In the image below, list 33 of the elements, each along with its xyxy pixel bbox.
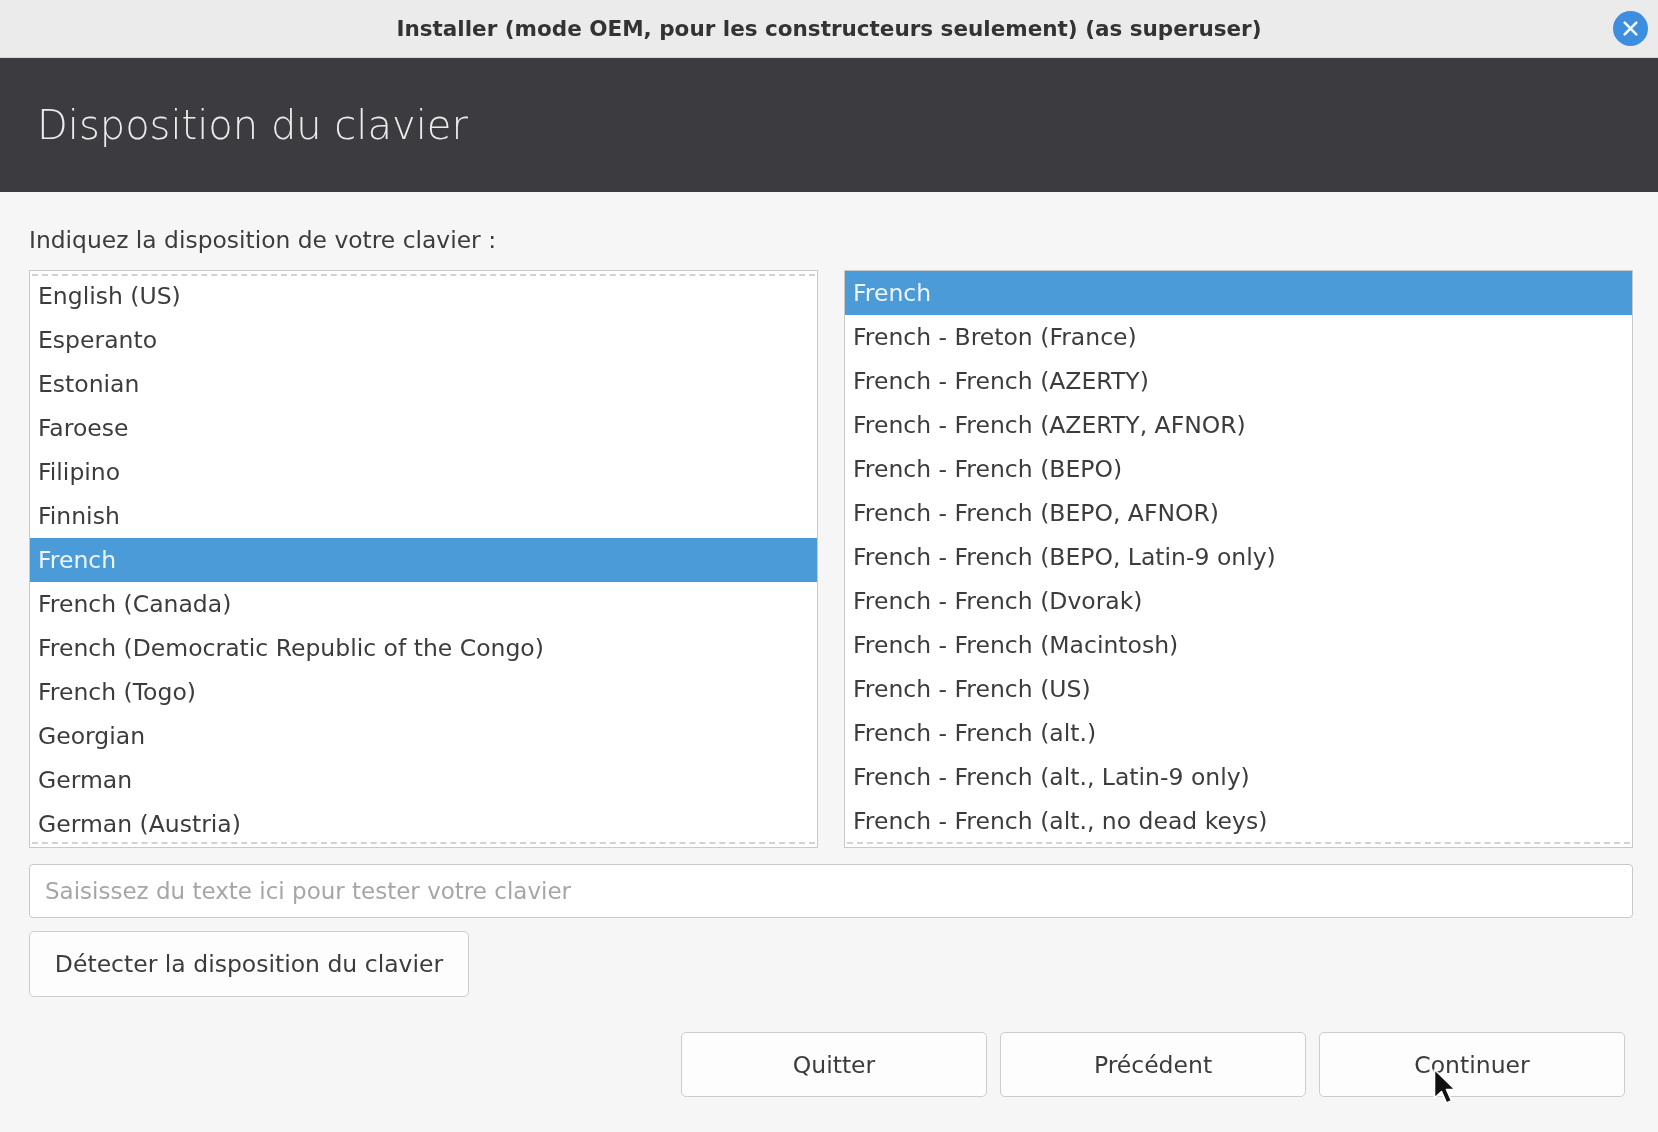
text-input-field[interactable]: Saisissez du texte ici pour tester votre clavier bbox=[29, 864, 1633, 918]
list-item[interactable]: French - Breton (France) bbox=[845, 315, 1632, 359]
list-item[interactable]: French - French (alt., no dead keys) bbox=[845, 799, 1632, 843]
list-item[interactable]: French - French (Dvorak) bbox=[845, 579, 1632, 623]
list-item[interactable]: French (Canada) bbox=[30, 582, 817, 626]
close-icon[interactable] bbox=[1613, 11, 1648, 46]
list-item[interactable]: French - French (alt., Latin-9 only) bbox=[845, 755, 1632, 799]
list-item[interactable]: Georgian bbox=[30, 714, 817, 758]
detect-layout-button[interactable]: Détecter la disposition du clavier bbox=[29, 931, 469, 997]
list-item[interactable]: German (Austria) bbox=[30, 802, 817, 846]
back-button[interactable]: Précédent bbox=[1000, 1032, 1306, 1097]
list-item[interactable]: French - French (BEPO, AFNOR) bbox=[845, 491, 1632, 535]
list-item[interactable]: French - French (Macintosh) bbox=[845, 623, 1632, 667]
list-item[interactable]: French (Togo) bbox=[30, 670, 817, 714]
list-item[interactable]: Filipino bbox=[30, 450, 817, 494]
list-item[interactable]: English (US) bbox=[30, 274, 817, 318]
list-item[interactable]: French - French (US) bbox=[845, 667, 1632, 711]
quit-button[interactable]: Quitter bbox=[681, 1032, 987, 1097]
continue-button[interactable]: Continuer bbox=[1319, 1032, 1625, 1097]
list-item[interactable]: French - French (BEPO) bbox=[845, 447, 1632, 491]
prompt-label: Indiquez la disposition de votre clavier : bbox=[29, 226, 496, 254]
list-item[interactable]: Estonian bbox=[30, 362, 817, 406]
list-item[interactable]: French - French (AZERTY) bbox=[845, 359, 1632, 403]
list-item[interactable]: French - French (alt.) bbox=[845, 711, 1632, 755]
window-title: Installer (mode OEM, pour les constructeurs seulement) (as superuser) bbox=[396, 16, 1262, 41]
list-item[interactable]: French - French (AZERTY, AFNOR) bbox=[845, 403, 1632, 447]
list-item[interactable]: Finnish bbox=[30, 494, 817, 538]
list-item[interactable]: Esperanto bbox=[30, 318, 817, 362]
list-item[interactable]: French - French (BEPO, Latin-9 only) bbox=[845, 535, 1632, 579]
list-item[interactable]: German bbox=[30, 758, 817, 802]
list-item[interactable]: French (Democratic Republic of the Congo) bbox=[30, 626, 817, 670]
page-title: Disposition du clavier bbox=[37, 102, 468, 148]
list-item[interactable]: Faroese bbox=[30, 406, 817, 450]
